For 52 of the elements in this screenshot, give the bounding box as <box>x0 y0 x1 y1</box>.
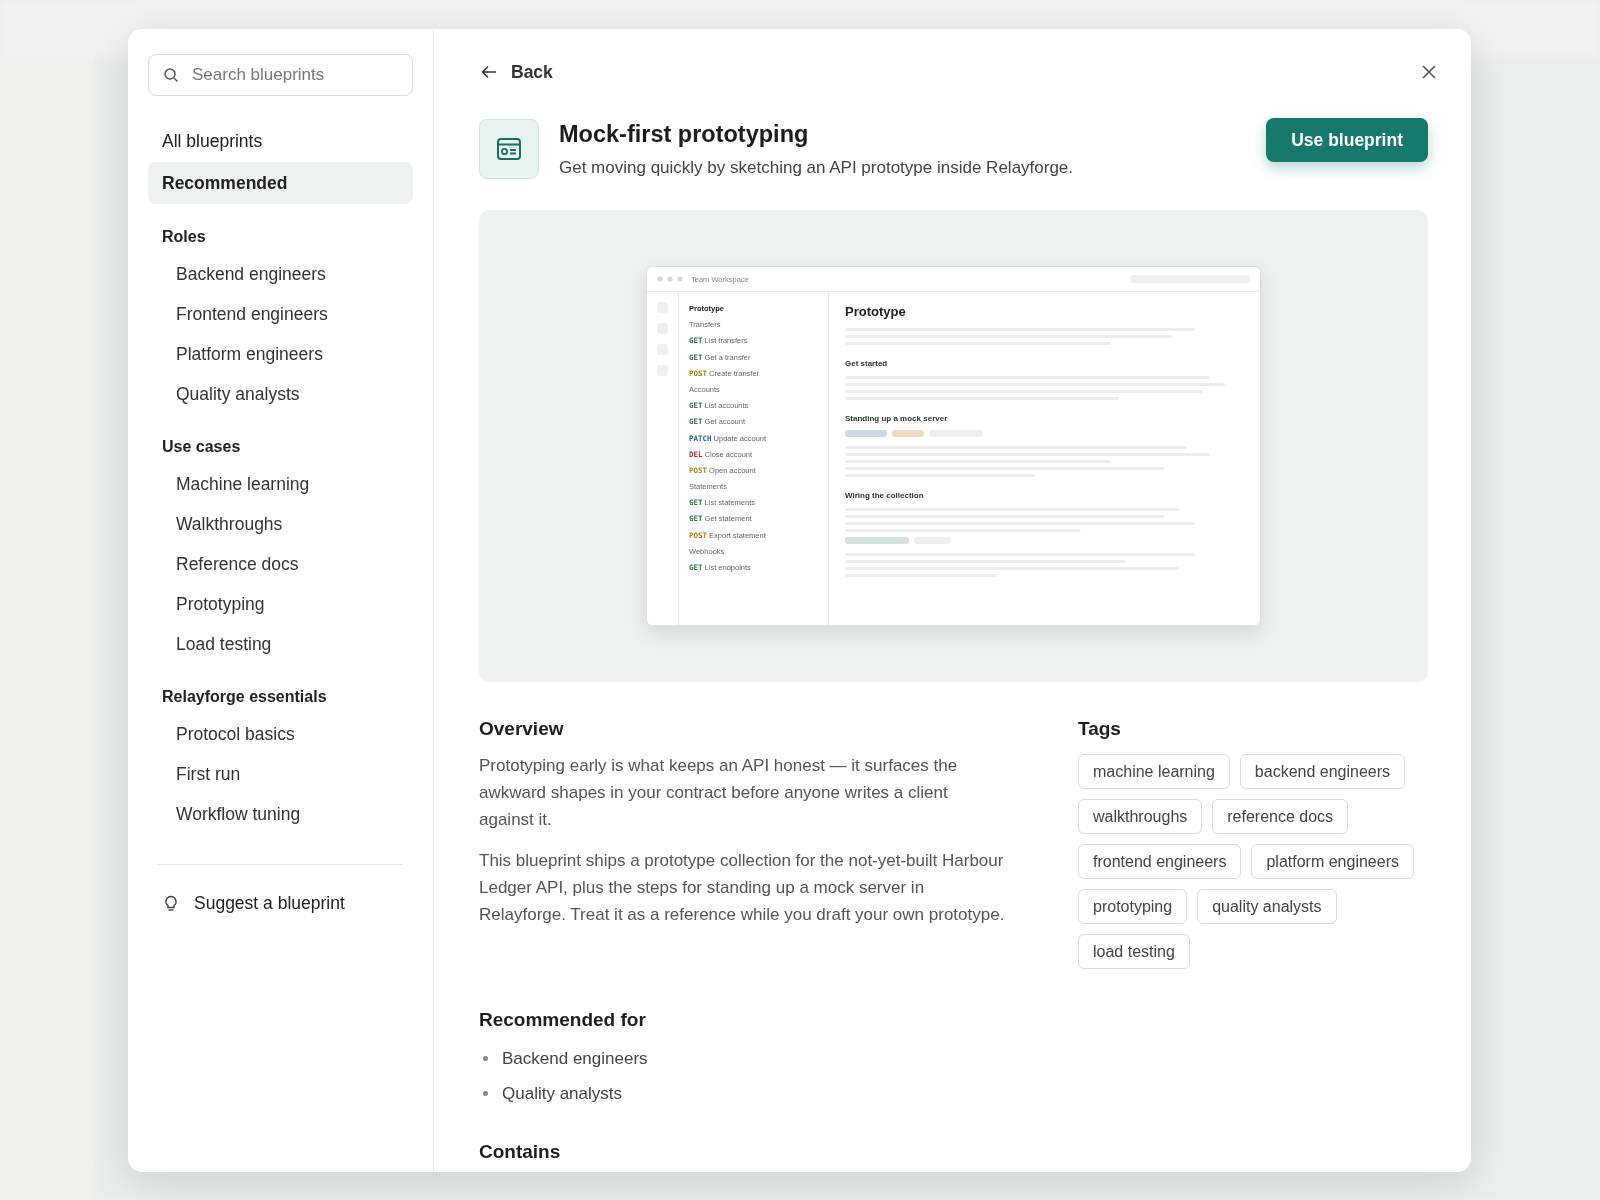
bullet-icon <box>483 1091 488 1096</box>
sidebar-item[interactable]: Reference docs <box>148 544 413 584</box>
doc-heading: Standing up a mock server <box>845 414 949 423</box>
doc-heading: Wiring the collection <box>845 491 925 500</box>
back-link[interactable]: Back <box>479 61 553 83</box>
search-field[interactable]: Search blueprints <box>148 54 413 96</box>
sidebar-item[interactable]: Walkthroughs <box>148 504 413 544</box>
close-icon[interactable] <box>1422 65 1436 79</box>
sidebar-item[interactable]: Quality analysts <box>148 374 413 414</box>
tag[interactable]: platform engineers <box>1251 844 1414 879</box>
tag[interactable]: prototyping <box>1078 889 1188 924</box>
sidebar-item[interactable]: Machine learning <box>148 464 413 504</box>
sidebar-item[interactable]: Frontend engineers <box>148 294 413 334</box>
sidebar-item[interactable]: Protocol basics <box>148 714 413 754</box>
overview-heading: Overview <box>479 718 565 740</box>
tag[interactable]: walkthroughs <box>1078 799 1203 834</box>
overview-paragraph: Prototyping early is what keeps an API honest — it surfaces the awkward shapes in your contract before anyone writes a client against it. <box>479 755 959 831</box>
lightbulb-icon <box>164 894 178 913</box>
tag[interactable]: machine learning <box>1078 754 1230 789</box>
recommended-item: Quality analysts <box>502 1083 622 1104</box>
suggest-link[interactable]: Suggest a blueprint <box>148 893 413 914</box>
tag[interactable]: frontend engineers <box>1078 844 1242 879</box>
doc-title: Prototype <box>845 304 907 319</box>
tag[interactable]: backend engineers <box>1239 754 1406 789</box>
search-icon <box>163 67 179 83</box>
overview-paragraph: This blueprint ships a prototype collection for the not-yet-built Harbour Ledger API, plus the steps for standing up a mock server in Relayforge. Treat it as a reference while you draft your own prototype. <box>479 850 1006 926</box>
recommended-heading: Recommended for <box>479 1009 647 1031</box>
tag[interactable]: reference docs <box>1212 799 1349 834</box>
tags-heading: Tags <box>1078 718 1122 740</box>
section-heading: Use cases <box>161 438 242 456</box>
sidebar-item[interactable]: First run <box>148 754 413 794</box>
section-heading: Roles <box>161 228 207 246</box>
doc-heading: Get started <box>845 359 889 368</box>
tag[interactable]: quality analysts <box>1197 889 1337 924</box>
blueprint-subtitle: Get moving quickly by sketching an API prototype inside Relayforge. <box>559 158 1075 178</box>
arrow-left-icon <box>481 65 497 79</box>
sidebar-item[interactable]: Load testing <box>148 624 413 664</box>
blueprint-title: Mock-first prototyping <box>559 121 810 148</box>
window-dots-icon <box>657 276 683 282</box>
sidebar-item[interactable]: All blueprints <box>148 120 413 162</box>
recommended-item: Backend engineers <box>502 1048 648 1069</box>
tag[interactable]: load testing <box>1078 934 1190 969</box>
blueprint-icon <box>479 119 539 179</box>
sidebar-item[interactable]: Backend engineers <box>148 254 413 294</box>
section-heading: Relayforge essentials <box>161 688 328 706</box>
bullet-icon <box>483 1056 488 1061</box>
use-blueprint-button[interactable]: Use blueprint <box>1266 118 1428 162</box>
sidebar-item[interactable]: Prototyping <box>148 584 413 624</box>
sidebar-item[interactable]: Workflow tuning <box>148 794 413 834</box>
sidebar-item[interactable]: Platform engineers <box>148 334 413 374</box>
contains-heading: Contains <box>479 1141 562 1163</box>
sidebar-item[interactable]: Recommended <box>148 162 413 204</box>
